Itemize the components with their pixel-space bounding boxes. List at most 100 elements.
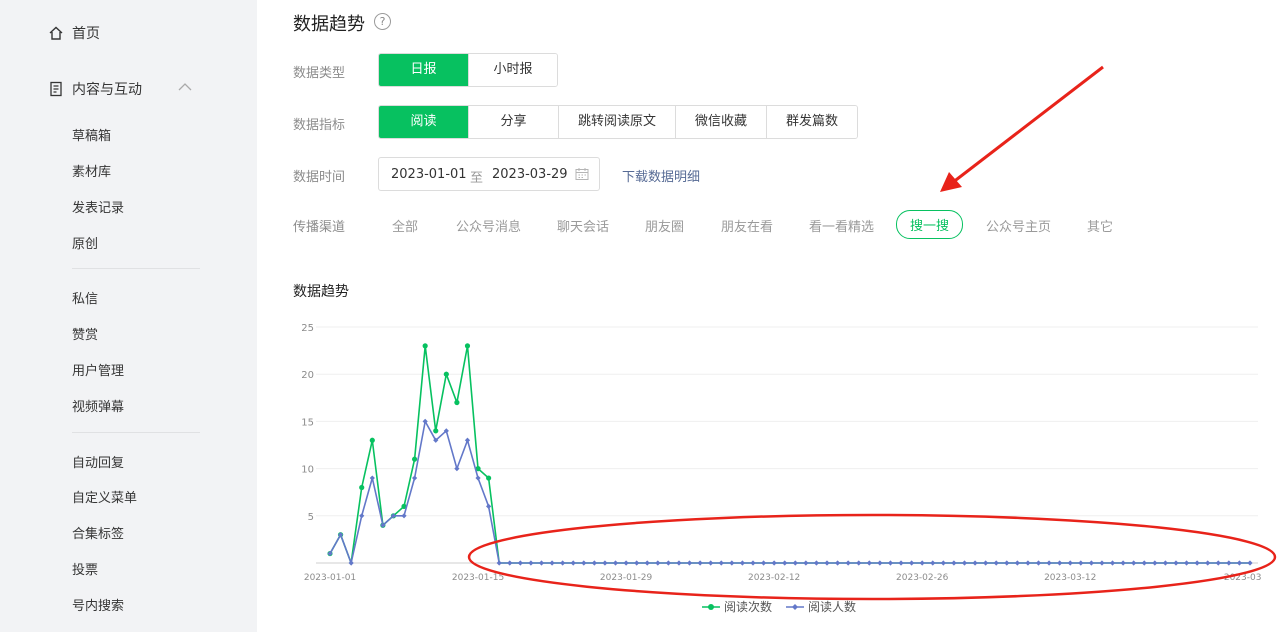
sidebar-item-custom-menu[interactable]: 自定义菜单 [72, 487, 137, 506]
data-point-readers [750, 560, 756, 566]
sidebar-item-materials[interactable]: 素材库 [72, 161, 111, 180]
channel-official-message[interactable]: 公众号消息 [456, 216, 521, 235]
x-tick-label: 2023-03-12 [1044, 573, 1096, 583]
data-point-readers [729, 560, 735, 566]
x-tick-label: 2023-03-29 [1224, 573, 1261, 583]
sidebar-item-original[interactable]: 原创 [72, 233, 98, 252]
data-point-readers [1183, 560, 1190, 566]
data-point-readers [1120, 560, 1126, 566]
x-tick-label: 2023-01-01 [304, 573, 356, 583]
nav-home[interactable]: 首页 [48, 23, 100, 43]
data-point-reads [369, 437, 375, 443]
data-point-readers [856, 560, 862, 566]
legend-swatch-reads [702, 603, 720, 610]
data-point-readers [792, 560, 798, 566]
download-details-link[interactable]: 下载数据明细 [622, 166, 700, 185]
data-point-readers [771, 560, 777, 566]
x-tick-label: 2023-01-29 [600, 573, 653, 583]
metric-read-button[interactable]: 阅读 [379, 106, 468, 138]
data-point-readers [560, 560, 566, 566]
chevron-up-icon[interactable] [178, 82, 192, 92]
channel-other[interactable]: 其它 [1087, 216, 1113, 235]
data-point-readers [1088, 560, 1094, 566]
data-point-readers [813, 560, 820, 566]
series-line-readers [329, 419, 1250, 566]
nav-content-group[interactable]: 内容与互动 [48, 79, 142, 99]
data-point-reads [359, 484, 365, 491]
channel-account-home[interactable]: 公众号主页 [986, 216, 1051, 235]
data-point-readers [549, 560, 555, 566]
data-point-readers [898, 560, 904, 566]
metric-favorite-button[interactable]: 微信收藏 [675, 106, 766, 138]
data-point-readers [496, 560, 502, 566]
sidebar-item-collection-tags[interactable]: 合集标签 [72, 523, 124, 542]
data-point-readers [1109, 560, 1116, 566]
data-point-readers [1162, 560, 1169, 566]
data-type-daily-button[interactable]: 日报 [379, 54, 468, 86]
sidebar-item-rewards[interactable]: 赞赏 [72, 324, 98, 343]
legend-swatch-readers [786, 603, 804, 610]
date-range-picker[interactable]: 2023-01-01 至 2023-03-29 [378, 157, 600, 191]
legend-item-reads[interactable]: 阅读次数 [702, 598, 772, 615]
data-point-readers [538, 560, 545, 566]
help-icon[interactable]: ? [374, 13, 391, 30]
data-point-readers [401, 513, 407, 519]
data-point-readers [570, 560, 576, 566]
channel-top-stories[interactable]: 看一看精选 [809, 216, 874, 235]
metric-mass-send-button[interactable]: 群发篇数 [766, 106, 857, 138]
data-point-readers [983, 560, 989, 566]
annotation-arrowhead [940, 172, 962, 192]
data-point-readers [1099, 560, 1105, 566]
y-tick-label: 5 [308, 512, 314, 523]
channel-search[interactable]: 搜一搜 [896, 210, 964, 239]
metric-read-original-button[interactable]: 跳转阅读原文 [558, 106, 675, 138]
data-point-readers [1078, 560, 1084, 566]
data-point-readers [834, 560, 841, 566]
metric-share-button[interactable]: 分享 [468, 106, 558, 138]
data-point-readers [1173, 560, 1179, 566]
channel-chat[interactable]: 聊天会话 [557, 216, 609, 235]
series-line-reads [329, 345, 1250, 564]
data-point-readers [1067, 560, 1073, 566]
time-label: 数据时间 [293, 170, 346, 185]
data-point-readers [940, 560, 946, 566]
data-point-readers [359, 513, 365, 519]
data-point-readers [655, 560, 661, 566]
chart-section-title: 数据趋势 [293, 284, 349, 300]
data-point-readers [887, 560, 894, 566]
sidebar-item-internal-search[interactable]: 号内搜索 [72, 595, 124, 614]
data-point-readers [782, 560, 788, 566]
channel-friends-watching[interactable]: 朋友在看 [721, 216, 773, 235]
sidebar-item-publish-records[interactable]: 发表记录 [72, 197, 124, 216]
metric-label: 数据指标 [293, 118, 346, 133]
sidebar-item-auto-reply[interactable]: 自动回复 [72, 452, 124, 471]
trend-chart: 5 10 15 20 25 2023-01-01 2023-01-15 2023-01-29 2… [301, 323, 1261, 583]
divider [72, 432, 200, 433]
data-point-reads [454, 399, 460, 406]
channel-all[interactable]: 全部 [392, 216, 418, 235]
channel-label: 传播渠道 [293, 220, 346, 235]
sidebar-item-drafts[interactable]: 草稿箱 [72, 125, 111, 144]
sidebar-item-vote[interactable]: 投票 [72, 559, 98, 578]
data-point-readers [708, 560, 714, 566]
channel-moments[interactable]: 朋友圈 [645, 216, 684, 235]
data-point-readers [1226, 560, 1232, 566]
x-tick-label: 2023-01-15 [452, 573, 504, 583]
sidebar-item-video-comments[interactable]: 视频弹幕 [72, 396, 124, 415]
data-type-hourly-button[interactable]: 小时报 [468, 54, 557, 86]
sidebar-item-messages[interactable]: 私信 [72, 288, 98, 307]
y-tick-label: 15 [301, 417, 314, 428]
y-tick-label: 10 [301, 465, 314, 476]
data-point-readers [961, 560, 968, 566]
sidebar-item-users[interactable]: 用户管理 [72, 360, 124, 379]
data-point-readers [634, 560, 640, 566]
data-point-readers [824, 560, 830, 566]
data-point-readers [845, 560, 851, 566]
data-point-readers [665, 560, 671, 566]
legend-item-readers[interactable]: 阅读人数 [786, 598, 856, 615]
data-point-readers [486, 503, 492, 509]
data-point-readers [1247, 560, 1253, 566]
data-point-readers [993, 560, 999, 566]
data-point-readers [803, 560, 809, 566]
data-point-readers [697, 560, 703, 566]
